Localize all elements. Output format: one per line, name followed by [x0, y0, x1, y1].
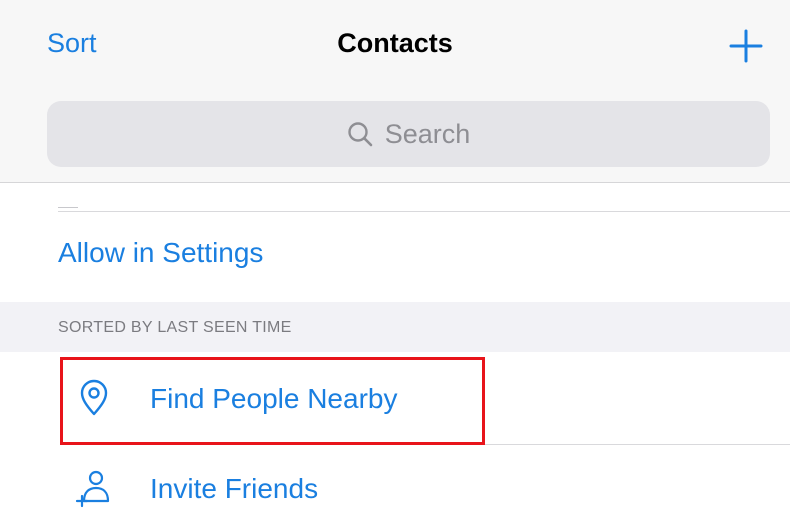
sort-button[interactable]: Sort: [47, 28, 97, 59]
add-contact-button[interactable]: [728, 28, 764, 64]
separator-stub: [58, 207, 78, 208]
section-header: SORTED BY LAST SEEN TIME: [0, 302, 790, 352]
invite-friends-label: Invite Friends: [150, 473, 319, 504]
section-title: SORTED BY LAST SEEN TIME: [58, 319, 292, 336]
navigation-header: Sort Contacts Search: [0, 0, 790, 183]
allow-in-settings-link[interactable]: Allow in Settings: [58, 237, 263, 269]
invite-friends-row[interactable]: Invite Friends: [0, 444, 790, 532]
find-people-nearby-label: Find People Nearby: [150, 383, 398, 414]
search-placeholder: Search: [384, 118, 471, 149]
find-people-nearby-row[interactable]: Find People Nearby: [0, 352, 790, 444]
add-person-icon: [75, 470, 110, 508]
search-field[interactable]: Search: [47, 101, 770, 167]
location-pin-icon: [80, 379, 108, 416]
page-title: Contacts: [337, 28, 453, 58]
divider: [58, 211, 790, 212]
search-field-content: Search: [47, 101, 770, 167]
search-icon: [348, 122, 373, 147]
plus-icon: [729, 29, 763, 63]
page-title-wrap: Contacts: [0, 28, 790, 59]
